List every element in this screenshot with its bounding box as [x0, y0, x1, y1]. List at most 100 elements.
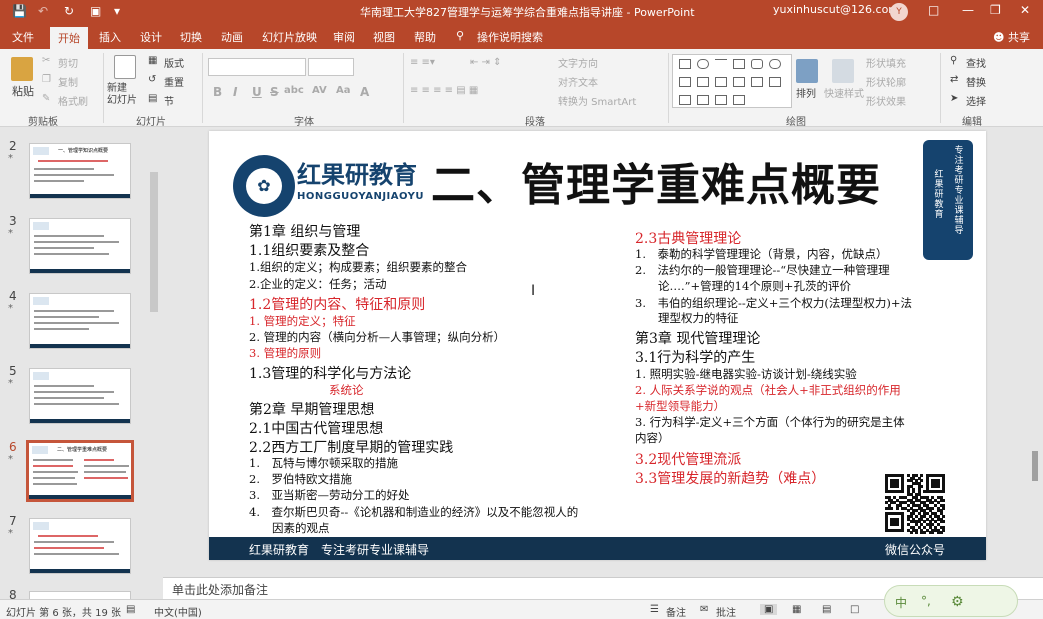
italic-button[interactable]: I: [233, 85, 237, 99]
scrollbar-thumb[interactable]: [1032, 451, 1038, 481]
star-shape-icon[interactable]: [733, 77, 745, 87]
slide-title[interactable]: 二、管理学重难点概要: [431, 149, 881, 213]
slide-thumbnail-2[interactable]: 一、管理学知识点概要: [29, 143, 131, 199]
reset-button[interactable]: 重置: [164, 74, 184, 89]
section-button[interactable]: 节: [164, 93, 174, 108]
tab-animations[interactable]: 动画: [221, 29, 243, 45]
cut-icon[interactable]: ✂: [42, 55, 50, 66]
text-direction-button[interactable]: 文字方向: [558, 55, 598, 70]
undo-icon[interactable]: ↶: [38, 4, 48, 18]
replace-button[interactable]: 替换: [966, 74, 986, 89]
tab-view[interactable]: 视图: [373, 29, 395, 45]
new-slide-button[interactable]: 新建 幻灯片: [107, 83, 137, 107]
tab-transitions[interactable]: 切换: [180, 29, 202, 45]
ime-toolbar[interactable]: 中 °, ⚙: [884, 585, 1018, 617]
customize-toolbar-icon[interactable]: ▾: [114, 4, 120, 18]
arrange-icon[interactable]: [796, 59, 818, 83]
shape-effects-button[interactable]: 形状效果: [866, 93, 906, 108]
comments-toggle-button[interactable]: 批注: [716, 604, 736, 619]
notes-placeholder[interactable]: 单击此处添加备注: [172, 581, 268, 598]
slide-thumbnail-4[interactable]: [29, 293, 131, 349]
format-painter-icon[interactable]: ✎: [42, 93, 50, 104]
replace-icon[interactable]: ⇄: [950, 74, 958, 85]
slide-thumbnail-3[interactable]: [29, 218, 131, 274]
arrow-shape-icon[interactable]: [697, 77, 709, 87]
share-button[interactable]: ☻ 共享: [993, 29, 1030, 45]
quick-styles-icon[interactable]: [832, 59, 854, 83]
redo-icon[interactable]: ↻: [64, 4, 74, 18]
format-painter-button[interactable]: 格式刷: [58, 93, 88, 108]
font-color-button[interactable]: A: [360, 85, 369, 99]
triangle-shape-icon[interactable]: [679, 77, 691, 87]
present-icon[interactable]: ▣: [90, 4, 101, 18]
language-indicator[interactable]: 中文(中国): [154, 604, 202, 619]
bracket-shape-icon[interactable]: [715, 77, 727, 87]
paste-button[interactable]: 粘贴: [12, 83, 34, 99]
select-icon[interactable]: ➤: [950, 93, 958, 104]
chevron-shape-icon[interactable]: [715, 95, 727, 105]
brace-shape-icon[interactable]: [769, 77, 781, 87]
ime-settings-icon[interactable]: ⚙: [951, 594, 964, 610]
rounded-rect-shape-icon[interactable]: [751, 59, 763, 69]
minimize-icon[interactable]: —: [962, 3, 974, 17]
callout-shape-icon[interactable]: [751, 77, 763, 87]
ime-mode[interactable]: 中: [895, 594, 907, 611]
layout-button[interactable]: 版式: [164, 55, 184, 70]
slide-thumbnail-7[interactable]: [29, 518, 131, 574]
tab-home[interactable]: 开始: [50, 27, 88, 51]
indent-icon[interactable]: ⇤ ⇥ ⇕: [470, 57, 502, 68]
ribbon-display-icon[interactable]: □: [928, 3, 939, 17]
scrollbar-thumb[interactable]: [150, 172, 158, 312]
find-button[interactable]: 查找: [966, 55, 986, 70]
shape-fill-button[interactable]: 形状填充: [866, 55, 906, 70]
notes-icon[interactable]: ☰: [650, 604, 659, 615]
thumbnails-scrollbar[interactable]: [150, 132, 160, 592]
font-size-select[interactable]: [308, 58, 354, 76]
ime-punctuation[interactable]: °,: [921, 594, 931, 608]
change-case-button[interactable]: Aa: [336, 85, 351, 96]
line-shape-icon[interactable]: [715, 59, 727, 69]
avatar[interactable]: Y: [890, 3, 908, 21]
bold-button[interactable]: B: [213, 85, 222, 99]
shape-outline-button[interactable]: 形状轮廓: [866, 74, 906, 89]
copy-button[interactable]: 复制: [58, 74, 78, 89]
cut-button[interactable]: 剪切: [58, 55, 78, 70]
textbox-shape-icon[interactable]: [733, 59, 745, 69]
align-icon[interactable]: ≡ ≡ ≡ ≡ ▤ ▦: [410, 85, 478, 96]
tab-review[interactable]: 审阅: [333, 29, 355, 45]
arrange-button[interactable]: 排列: [796, 85, 816, 100]
slide-thumbnail-5[interactable]: [29, 368, 131, 424]
font-name-select[interactable]: [208, 58, 306, 76]
slide-thumbnail-6[interactable]: 二、管理学重难点概要: [26, 440, 134, 502]
convert-smartart-button[interactable]: 转换为 SmartArt: [558, 93, 636, 108]
slide-thumbnail-8[interactable]: [29, 591, 131, 599]
layout-icon[interactable]: ▦: [148, 55, 157, 66]
slideshow-icon[interactable]: □: [850, 604, 859, 615]
tab-slideshow[interactable]: 幻灯片放映: [262, 29, 317, 45]
align-text-button[interactable]: 对齐文本: [558, 74, 598, 89]
heart-shape-icon[interactable]: [733, 95, 745, 105]
shapes-gallery[interactable]: [672, 54, 792, 108]
tab-design[interactable]: 设计: [140, 29, 162, 45]
restore-icon[interactable]: ❐: [990, 3, 1001, 17]
new-slide-icon[interactable]: [114, 55, 136, 79]
pentagon-shape-icon[interactable]: [679, 95, 691, 105]
quick-styles-button[interactable]: 快速样式: [824, 85, 864, 100]
oval-shape-icon[interactable]: [697, 59, 709, 69]
tab-help[interactable]: 帮助: [414, 29, 436, 45]
circle-shape-icon[interactable]: [769, 59, 781, 69]
underline-button[interactable]: U: [252, 85, 262, 99]
user-account[interactable]: yuxinhuscut@126.com: [773, 3, 899, 16]
section-icon[interactable]: ▤: [148, 93, 157, 104]
hexagon-shape-icon[interactable]: [697, 95, 709, 105]
shadow-button[interactable]: abc: [284, 85, 304, 96]
slide-scrollbar[interactable]: [1027, 131, 1043, 576]
comments-icon[interactable]: ✉: [700, 604, 708, 615]
slide-canvas[interactable]: ✿ 红果研教育 HONGGUOYANJIAOYU 二、管理学重难点概要 专注考研…: [209, 131, 986, 560]
spellcheck-icon[interactable]: ▤: [126, 604, 135, 615]
copy-icon[interactable]: ❐: [42, 74, 51, 85]
normal-view-icon[interactable]: ▣: [760, 604, 778, 615]
reading-view-icon[interactable]: ▤: [822, 604, 831, 615]
save-icon[interactable]: 💾: [12, 4, 27, 18]
slide-sorter-icon[interactable]: ▦: [792, 604, 801, 615]
